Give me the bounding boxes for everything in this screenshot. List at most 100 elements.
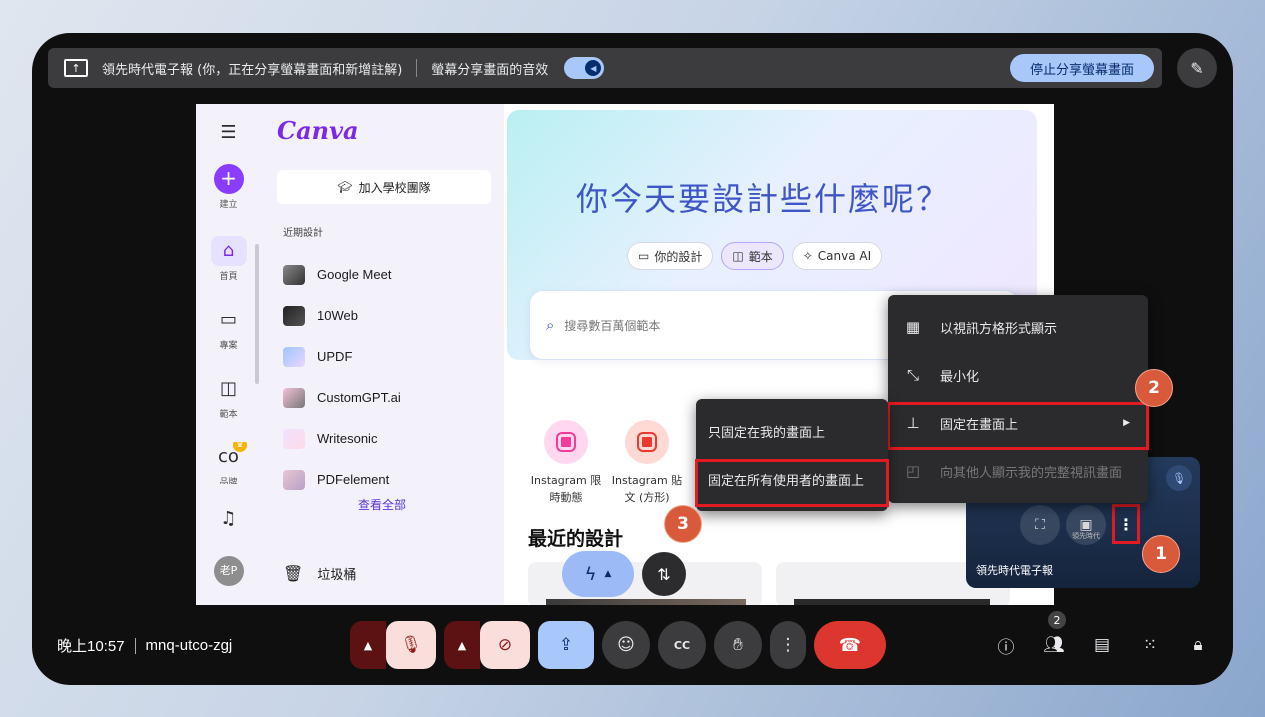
annotate-pen-button[interactable]: ✎ xyxy=(1177,48,1217,88)
frame-button[interactable]: ⛶ xyxy=(1020,505,1060,545)
screen-share-icon: ↑ xyxy=(64,59,88,77)
tile-more-options-button[interactable]: ⋮ xyxy=(1112,504,1140,544)
share-status-bar: ↑ 領先時代電子報 (你，正在分享螢幕畫面和新增註解) 螢幕分享畫面的音效 ◀ … xyxy=(48,48,1162,88)
lock-person-icon: 🔒︎ xyxy=(1193,635,1203,655)
chat-button[interactable]: ▤ xyxy=(1086,629,1118,661)
pill-label: 範本 xyxy=(748,249,773,264)
rail-item-notifications[interactable]: ♫ xyxy=(196,504,261,537)
camera-toggle-button[interactable]: ⊘ xyxy=(480,621,530,669)
share-status-text: 領先時代電子報 (你，正在分享螢幕畫面和新增註解) xyxy=(102,62,403,78)
list-item[interactable]: Writesonic xyxy=(283,418,401,459)
leave-call-button[interactable]: ☎︎ xyxy=(814,621,886,669)
pill-templates[interactable]: ◫ 範本 xyxy=(721,242,784,270)
menu-item-grid-view[interactable]: ▦ 以視訊方格形式顯示 xyxy=(888,303,1148,351)
template-label-line2: 文 (方形) xyxy=(624,491,670,504)
menu-item-minimize[interactable]: ⤡ 最小化 xyxy=(888,351,1148,399)
recent-designs-heading: 最近的設計 xyxy=(528,528,624,550)
share-audio-toggle[interactable]: ◀ xyxy=(564,57,605,79)
design-thumbnail xyxy=(283,346,305,367)
callout-3: 3 xyxy=(664,505,702,543)
activities-button[interactable]: ⁙ xyxy=(1134,629,1166,661)
submenu-item-pin-for-me[interactable]: 只固定在我的畫面上 xyxy=(696,407,888,455)
meeting-details-button[interactable]: ⓘ xyxy=(990,629,1022,661)
home-icon: ⌂ xyxy=(210,236,247,266)
captions-icon: CC xyxy=(673,638,691,652)
present-screen-button[interactable]: ⇪ xyxy=(538,621,594,669)
pill-your-designs[interactable]: ▭ 你的設計 xyxy=(627,242,714,270)
pill-canva-ai[interactable]: ✧ Canva AI xyxy=(791,242,883,270)
rail-item-account[interactable]: 老P xyxy=(196,556,261,586)
list-item[interactable]: Google Meet xyxy=(283,254,401,295)
list-item-label: UPDF xyxy=(317,349,353,364)
list-item[interactable]: CustomGPT.ai xyxy=(283,377,401,418)
design-thumbnail xyxy=(283,305,305,326)
more-vert-icon: ⋮ xyxy=(779,635,797,655)
call-controls: ▲ 🎙︎ ▲ ⊘ ⇪ ☺ CC ✋︎ ⋮ ☎︎ xyxy=(350,621,886,669)
callout-2: 2 xyxy=(1135,369,1173,407)
hero-pills: ▭ 你的設計 ◫ 範本 ✧ Canva AI xyxy=(627,242,883,270)
side-controls: ⓘ 2 👥︎ ▤ ⁙ 🔒︎ xyxy=(990,611,1214,661)
see-all-link[interactable]: 查看全部 xyxy=(358,496,406,513)
minimize-icon: ⤡ xyxy=(906,366,919,384)
menu-item-label: 向其他人顯示我的完整視訊畫面 xyxy=(940,465,1123,481)
mic-options-button[interactable]: ▲ xyxy=(350,621,386,669)
chat-icon: ▤ xyxy=(1093,635,1111,655)
tile-options-menu: ▦ 以視訊方格形式顯示 ⤡ 最小化 ⊥ 固定在畫面上 ▶ ◰ 向其他人顯示我的完… xyxy=(888,295,1148,503)
menu-item-show-full-video: ◰ 向其他人顯示我的完整視訊畫面 xyxy=(888,447,1148,495)
template-icon: ◫ xyxy=(219,378,237,399)
design-preview xyxy=(794,599,990,605)
canva-rail: ☰ + 建立 ⌂ 首頁 ▭ 專案 ◫ 範本 co ♛ 品牌 ♫ 老P xyxy=(196,104,261,605)
list-item-label: Writesonic xyxy=(317,431,378,446)
reactions-button[interactable]: ☺ xyxy=(602,621,650,669)
frame-icon: ⛶ xyxy=(1035,517,1045,533)
template-icon: ◫ xyxy=(732,249,744,263)
caret-up-icon: ▲ xyxy=(604,569,612,579)
self-name: 領先時代電子報 xyxy=(976,564,1053,577)
rail-collapse[interactable]: ☰ xyxy=(196,118,261,151)
rail-item-projects[interactable]: ▭ 專案 xyxy=(196,305,261,351)
grid-icon: ▦ xyxy=(905,318,921,336)
annotation-tool-pill[interactable]: ϟ ▲ xyxy=(562,551,634,597)
tile-tiny-label: 領先時代 xyxy=(1072,532,1100,540)
camera-options-button[interactable]: ▲ xyxy=(444,621,480,669)
template-label-line2: 時動態 xyxy=(549,491,583,504)
raise-hand-button[interactable]: ✋︎ xyxy=(714,621,762,669)
rail-item-brand[interactable]: co ♛ 品牌 xyxy=(196,442,261,484)
portrait-button[interactable]: ▣ 領先時代 xyxy=(1066,505,1106,545)
recent-designs-label: 近期設計 xyxy=(283,228,323,239)
camera-off-icon: ⊘ xyxy=(497,635,513,655)
pen-sparkle-icon: ✎ xyxy=(1190,58,1204,78)
chevron-up-icon: ▲ xyxy=(363,638,373,652)
list-item[interactable]: 10Web xyxy=(283,295,401,336)
people-button[interactable]: 2 👥︎ xyxy=(1038,611,1070,661)
share-audio-label: 螢幕分享畫面的音效 xyxy=(431,62,549,78)
list-item-label: 10Web xyxy=(317,308,358,323)
rail-item-label: 範本 xyxy=(219,410,238,420)
design-thumbnail xyxy=(283,469,305,490)
canva-logo[interactable]: Canva xyxy=(277,116,359,145)
join-school-team-button[interactable]: 🎓︎ 加入學校團隊 xyxy=(277,170,491,204)
info-icon: ⓘ xyxy=(997,637,1015,658)
reorder-button[interactable]: ⇅ xyxy=(642,552,686,596)
rail-item-label: 首頁 xyxy=(219,272,238,282)
rail-item-templates[interactable]: ◫ 範本 xyxy=(196,374,261,420)
rail-scrollbar[interactable] xyxy=(255,244,259,384)
stop-sharing-button[interactable]: 停止分享螢幕畫面 xyxy=(1009,54,1154,82)
captions-button[interactable]: CC xyxy=(658,621,706,669)
more-vert-icon: ⋮ xyxy=(1118,514,1134,534)
mic-off-icon: 🎙︎ xyxy=(400,635,422,655)
rail-item-home[interactable]: ⌂ 首頁 xyxy=(196,236,261,282)
list-item[interactable]: PDFelement xyxy=(283,459,401,500)
list-item[interactable]: UPDF xyxy=(283,336,401,377)
trash-link[interactable]: 🗑︎ 垃圾桶 xyxy=(283,564,356,583)
mic-toggle-button[interactable]: 🎙︎ xyxy=(386,621,436,669)
more-options-button[interactable]: ⋮ xyxy=(770,621,806,669)
swap-vertical-icon: ⇅ xyxy=(657,564,671,584)
rail-item-create[interactable]: + 建立 xyxy=(196,164,261,210)
template-instagram-post[interactable]: Instagram 貼 文 (方形) xyxy=(607,420,687,506)
host-controls-button[interactable]: 🔒︎ xyxy=(1182,629,1214,661)
present-icon: ⇪ xyxy=(558,635,574,655)
template-instagram-story[interactable]: Instagram 限 時動態 xyxy=(526,420,606,506)
emoji-icon: ☺ xyxy=(617,635,635,655)
hangup-icon: ☎︎ xyxy=(838,634,862,656)
